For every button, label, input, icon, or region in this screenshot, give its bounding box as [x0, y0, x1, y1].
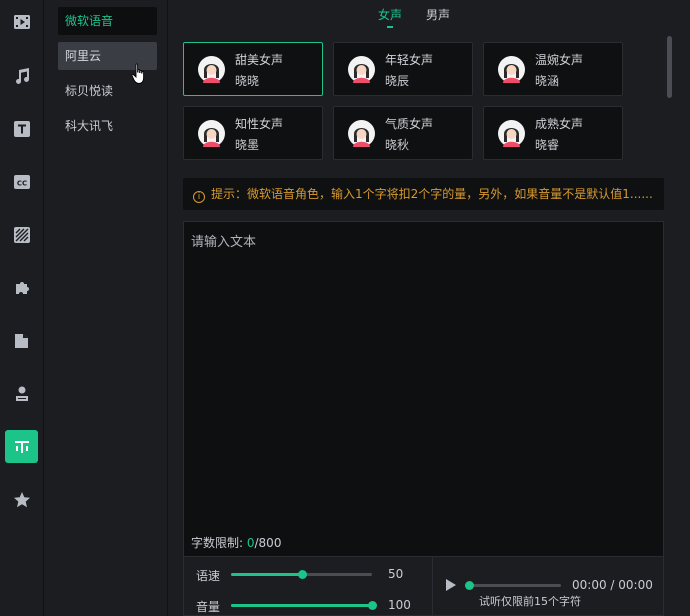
preview-note: 试听仅限前15个字符 [479, 595, 581, 608]
female-avatar-icon [348, 120, 375, 147]
folder-icon[interactable] [5, 324, 38, 357]
voice-id: 晓睿 [535, 138, 560, 152]
speed-slider[interactable] [231, 570, 372, 579]
voice-card[interactable]: 知性女声 晓墨 [183, 106, 323, 160]
voice-name: 甜美女声 [235, 53, 284, 67]
volume-slider[interactable] [231, 601, 377, 610]
play-icon[interactable] [446, 579, 456, 591]
text-icon[interactable] [5, 112, 38, 145]
voice-name: 年轻女声 [385, 53, 434, 67]
voice-id: 晓秋 [385, 138, 410, 152]
voice-card[interactable]: 温婉女声 晓涵 [483, 42, 623, 96]
speed-label: 语速 [196, 569, 221, 583]
text-input-placeholder: 请输入文本 [191, 235, 257, 250]
voice-name: 温婉女声 [535, 53, 584, 67]
tip-text: 提示：微软语音角色，输入1个字将扣2个字的量，另外，如果音量不是默认值1....… [211, 187, 653, 201]
voice-card[interactable]: 年轻女声 晓辰 [333, 42, 473, 96]
voice-id: 晓涵 [535, 74, 560, 88]
voice-card[interactable]: 甜美女声 晓晓 [183, 42, 323, 96]
tab-male[interactable]: 男声 [426, 6, 450, 23]
speed-slider-handle[interactable] [297, 570, 307, 579]
voice-id: 晓墨 [235, 138, 260, 152]
voice-name: 成熟女声 [535, 117, 584, 131]
tts-icon[interactable] [5, 430, 38, 463]
female-avatar-icon [198, 56, 225, 83]
caption-icon[interactable]: CC [5, 165, 38, 198]
filter-icon[interactable] [5, 218, 38, 251]
star-icon[interactable] [5, 483, 38, 516]
volume-slider-handle[interactable] [368, 601, 377, 610]
provider-iflytek[interactable]: 科大讯飞 [58, 112, 157, 140]
preview-progress[interactable] [465, 581, 561, 590]
controls-divider [432, 557, 433, 616]
preview-progress-handle[interactable] [465, 581, 474, 590]
voice-list-scrollbar[interactable] [667, 36, 672, 98]
female-avatar-icon [198, 120, 225, 147]
volume-slider-fill [231, 604, 372, 607]
person-icon[interactable] [5, 377, 38, 410]
tab-female[interactable]: 女声 [378, 6, 402, 28]
icon-rail: CC [0, 0, 44, 616]
main-panel: 女声 男声 甜美女声 晓晓 年轻女声 晓辰 温婉女声 晓涵 知性女声 晓墨 气质… [169, 0, 690, 616]
svg-text:CC: CC [16, 179, 26, 187]
hand-cursor-icon [131, 63, 145, 84]
voice-name: 知性女声 [235, 117, 284, 131]
female-avatar-icon [348, 56, 375, 83]
speed-slider-fill [231, 573, 302, 576]
voice-card[interactable]: 气质女声 晓秋 [333, 106, 473, 160]
voice-controls: 语速 50 音量 100 00:00 / 00:00 试听仅限前15个字符 [183, 556, 664, 616]
text-input-area[interactable]: 请输入文本 字数限制: 0/800 [183, 221, 664, 556]
voice-id: 晓晓 [235, 74, 260, 88]
puzzle-icon[interactable] [5, 271, 38, 304]
female-avatar-icon [498, 120, 525, 147]
volume-value: 100 [388, 598, 411, 612]
voice-id: 晓辰 [385, 74, 410, 88]
info-icon: i [193, 191, 205, 203]
voice-card[interactable]: 成熟女声 晓睿 [483, 106, 623, 160]
speed-value: 50 [388, 567, 404, 581]
volume-label: 音量 [196, 600, 221, 614]
voice-name: 气质女声 [385, 117, 434, 131]
music-icon[interactable] [5, 59, 38, 92]
preview-time: 00:00 / 00:00 [572, 578, 653, 592]
media-icon[interactable] [5, 5, 38, 38]
female-avatar-icon [498, 56, 525, 83]
char-count: 字数限制: 0/800 [191, 536, 282, 550]
tip-banner: i 提示：微软语音角色，输入1个字将扣2个字的量，另外，如果音量不是默认值1...… [183, 178, 664, 210]
provider-microsoft[interactable]: 微软语音 [58, 7, 157, 35]
provider-list: 微软语音 阿里云 标贝悦读 科大讯飞 [44, 0, 168, 616]
